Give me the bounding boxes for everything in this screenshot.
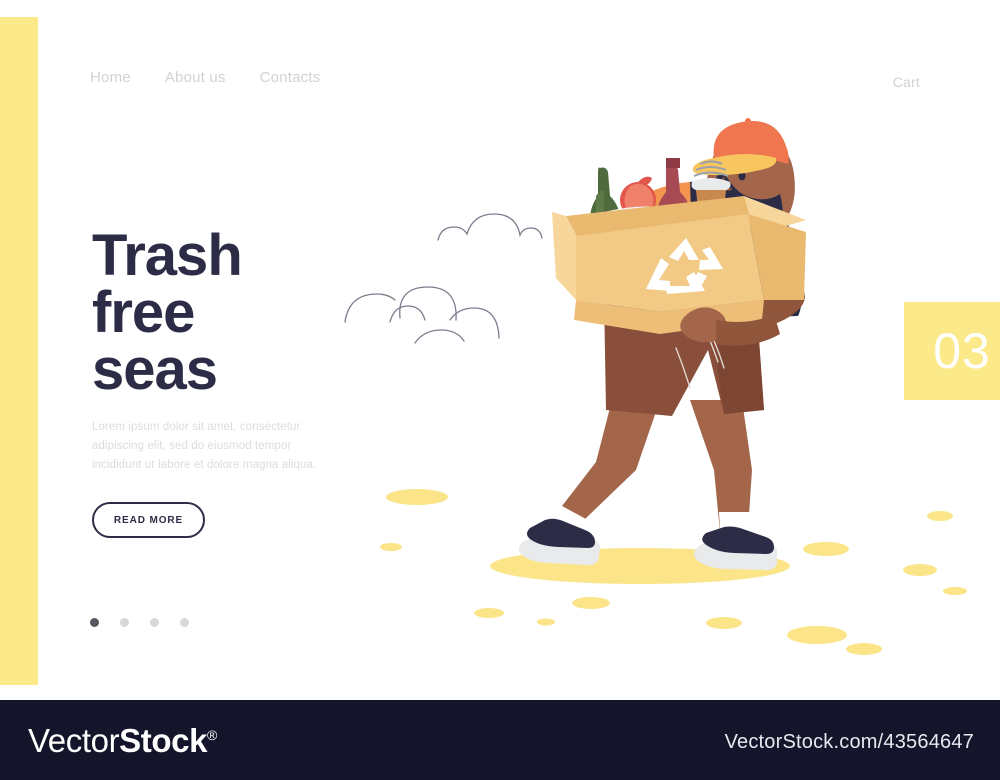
shoe-front: [518, 518, 600, 565]
logo-text-bold: Stock: [119, 722, 208, 759]
carousel-dot-1[interactable]: [90, 618, 99, 627]
nav-item-contacts[interactable]: Contacts: [260, 69, 321, 86]
cap-button: [745, 118, 751, 124]
read-more-button[interactable]: READ MORE: [92, 502, 205, 539]
watermark-footer: VectorStock® VectorStock.com/43564647: [0, 700, 1000, 780]
carousel-dots: [90, 618, 189, 627]
registered-mark-icon: ®: [207, 727, 217, 743]
vectorstock-logo: VectorStock®: [28, 722, 217, 760]
leg-front: [562, 400, 660, 520]
nav-item-cart[interactable]: Cart: [893, 74, 920, 90]
landing-page-canvas: Home About us Contacts Cart Trash free s…: [0, 0, 1000, 700]
footer-url: VectorStock.com/43564647: [724, 731, 974, 753]
headline-line-1: Trash: [92, 223, 243, 288]
hero-content: Trash free seas Lorem ipsum dolor sit am…: [92, 223, 392, 539]
nav-item-home[interactable]: Home: [90, 69, 131, 86]
main-navigation: Home About us Contacts: [90, 64, 320, 90]
ground-ellipses: [380, 489, 967, 655]
character-figure: [518, 118, 806, 570]
cloud-decoration-top: [437, 213, 543, 241]
slide-number-badge: 03: [904, 302, 1000, 400]
bottle-maroon-cap: [666, 158, 680, 168]
nav-item-about-us[interactable]: About us: [165, 69, 226, 86]
headline-line-3: seas: [92, 336, 218, 402]
carousel-dot-3[interactable]: [150, 618, 159, 627]
slide-number: 03: [933, 323, 991, 379]
headline-line-2: free: [92, 279, 195, 345]
ear: [784, 185, 794, 203]
carousel-dot-2[interactable]: [120, 618, 129, 627]
carousel-dot-4[interactable]: [180, 618, 189, 627]
page-title: Trash free seas: [92, 223, 392, 402]
shoe-back: [694, 526, 777, 570]
logo-text-light: Vector: [28, 722, 120, 759]
hero-description: Lorem ipsum dolor sit amet, consectetur …: [92, 421, 317, 471]
